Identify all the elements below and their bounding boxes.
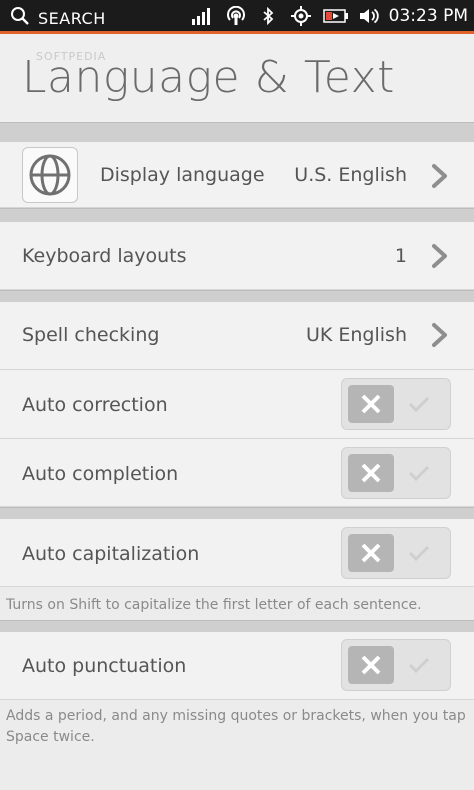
section-divider bbox=[0, 290, 474, 302]
auto-completion-label: Auto completion bbox=[22, 463, 179, 485]
checkmark-icon bbox=[396, 646, 442, 684]
keyboard-layouts-row[interactable]: Keyboard layouts 1 bbox=[0, 222, 474, 290]
checkmark-icon bbox=[396, 454, 442, 492]
auto-punctuation-label: Auto punctuation bbox=[22, 655, 187, 677]
bluetooth-icon[interactable] bbox=[258, 6, 278, 26]
auto-punctuation-toggle[interactable] bbox=[341, 639, 451, 691]
auto-capitalization-note: Turns on Shift to capitalize the first l… bbox=[6, 597, 422, 613]
checkmark-icon bbox=[396, 385, 442, 423]
auto-correction-toggle[interactable] bbox=[341, 378, 451, 430]
auto-capitalization-toggle[interactable] bbox=[341, 527, 451, 579]
display-language-label: Display language bbox=[100, 164, 265, 186]
close-icon bbox=[348, 454, 394, 492]
signal-icon[interactable] bbox=[190, 6, 214, 26]
display-language-value: U.S. English bbox=[294, 164, 407, 186]
auto-correction-label: Auto correction bbox=[22, 394, 168, 416]
auto-completion-row: Auto completion bbox=[0, 439, 474, 507]
close-icon bbox=[348, 646, 394, 684]
location-icon[interactable] bbox=[290, 6, 312, 26]
auto-punctuation-note: Adds a period, and any missing quotes or… bbox=[6, 708, 466, 745]
volume-icon[interactable] bbox=[357, 6, 381, 26]
chevron-right-icon bbox=[430, 163, 450, 193]
auto-correction-row: Auto correction bbox=[0, 370, 474, 439]
search-label: SEARCH bbox=[38, 8, 106, 28]
keyboard-layouts-value: 1 bbox=[394, 245, 407, 267]
hotspot-icon[interactable] bbox=[224, 6, 248, 26]
search-button[interactable]: SEARCH bbox=[10, 6, 106, 30]
spell-checking-label: Spell checking bbox=[22, 324, 160, 346]
page-title: Language & Text bbox=[22, 52, 395, 103]
clock[interactable]: 03:23 PM bbox=[389, 6, 468, 26]
section-divider bbox=[0, 507, 474, 519]
auto-capitalization-label: Auto capitalization bbox=[22, 543, 200, 565]
section-divider bbox=[0, 620, 474, 632]
spell-checking-row[interactable]: Spell checking UK English bbox=[0, 302, 474, 370]
auto-completion-toggle[interactable] bbox=[341, 447, 451, 499]
chevron-right-icon bbox=[430, 322, 450, 352]
section-divider bbox=[0, 208, 474, 222]
battery-icon[interactable] bbox=[322, 6, 350, 26]
search-icon bbox=[10, 6, 30, 30]
auto-punctuation-row: Auto punctuation bbox=[0, 632, 474, 700]
keyboard-layouts-label: Keyboard layouts bbox=[22, 245, 187, 267]
language-icon bbox=[22, 147, 78, 203]
section-divider bbox=[0, 122, 474, 142]
close-icon bbox=[348, 385, 394, 423]
spell-checking-value: UK English bbox=[305, 324, 407, 346]
status-bar: SEARCH 03:23 PM bbox=[0, 0, 474, 34]
chevron-right-icon bbox=[430, 243, 450, 273]
auto-capitalization-row: Auto capitalization bbox=[0, 519, 474, 587]
close-icon bbox=[348, 534, 394, 572]
checkmark-icon bbox=[396, 534, 442, 572]
